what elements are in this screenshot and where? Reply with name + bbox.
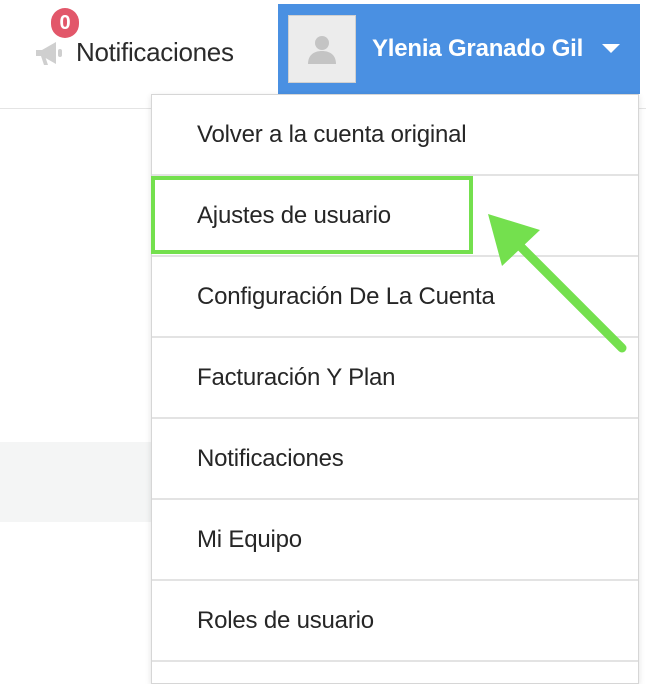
menu-item-roles-usuario[interactable]: Roles de usuario <box>152 581 638 662</box>
menu-item-volver-cuenta-original[interactable]: Volver a la cuenta original <box>152 95 638 176</box>
menu-item-notificaciones[interactable]: Notificaciones <box>152 419 638 500</box>
user-name: Ylenia Granado Gil <box>372 35 584 62</box>
menu-item-label: Notificaciones <box>197 444 344 472</box>
menu-item-label: Ajustes de usuario <box>197 201 391 229</box>
caret-down-icon[interactable] <box>602 44 620 53</box>
notifications-label: Notificaciones <box>76 36 234 67</box>
menu-item-ajustes-usuario[interactable]: Ajustes de usuario <box>152 176 638 257</box>
user-menu-button[interactable]: Ylenia Granado Gil <box>278 4 640 94</box>
menu-item-label: Configuración De La Cuenta <box>197 282 495 310</box>
menu-item-label: Roles de usuario <box>197 606 374 634</box>
menu-item-configuracion-cuenta[interactable]: Configuración De La Cuenta <box>152 257 638 338</box>
background-panel <box>0 442 160 522</box>
menu-item-label: Mi Equipo <box>197 525 302 553</box>
menu-item-label: Volver a la cuenta original <box>197 120 467 148</box>
menu-item-mi-equipo[interactable]: Mi Equipo <box>152 500 638 581</box>
menu-item-facturacion-plan[interactable]: Facturación Y Plan <box>152 338 638 419</box>
user-silhouette-icon <box>308 36 336 64</box>
notifications-count-badge: 0 <box>51 8 79 38</box>
menu-item-label: Facturación Y Plan <box>197 363 396 391</box>
user-dropdown-menu: Volver a la cuenta original Ajustes de u… <box>151 94 639 684</box>
megaphone-icon <box>36 42 62 65</box>
notifications-link[interactable]: Notificaciones <box>34 32 234 72</box>
avatar <box>288 15 356 83</box>
